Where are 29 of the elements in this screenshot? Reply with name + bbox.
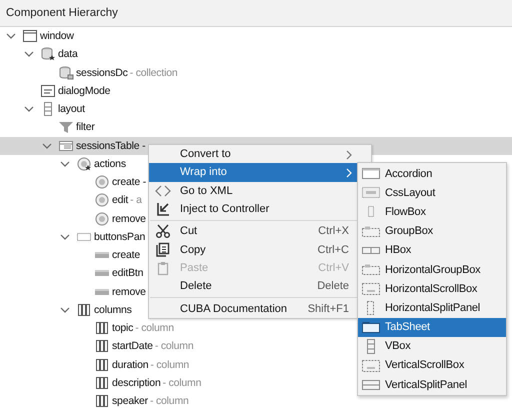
node-type: - column <box>150 358 190 371</box>
node-label: buttonsPan <box>94 230 146 243</box>
node-label: layout <box>58 103 85 116</box>
node-type: - column <box>154 340 194 352</box>
node-label: sessionsDc <box>76 66 128 79</box>
node-label: speaker <box>112 395 148 408</box>
node-label: actions <box>94 158 126 170</box>
node-label: editBtn <box>112 267 144 280</box>
node-type: - a <box>130 194 142 206</box>
node-label: remove <box>112 212 146 225</box>
node-label: create <box>112 249 140 262</box>
node-label: topic <box>112 322 134 334</box>
node-label: sessionsTable - <box>76 140 146 152</box>
node-label: dialogMode <box>58 84 110 97</box>
node-type: - column <box>150 395 189 408</box>
node-label: startDate <box>112 340 153 352</box>
node-type: - collection <box>130 66 178 79</box>
node-label: filter <box>76 121 95 134</box>
node-label: description <box>112 376 161 389</box>
node-label: edit <box>112 194 128 206</box>
node-label: data <box>58 48 78 60</box>
node-label: columns <box>94 304 132 316</box>
node-type: - column <box>162 376 202 389</box>
panel-title: Component Hierarchy <box>0 0 512 27</box>
node-label: window <box>40 30 74 42</box>
node-type: - column <box>135 322 174 334</box>
node-label: duration <box>112 358 148 371</box>
node-label: remove <box>112 286 146 298</box>
node-label: create - <box>112 176 146 188</box>
